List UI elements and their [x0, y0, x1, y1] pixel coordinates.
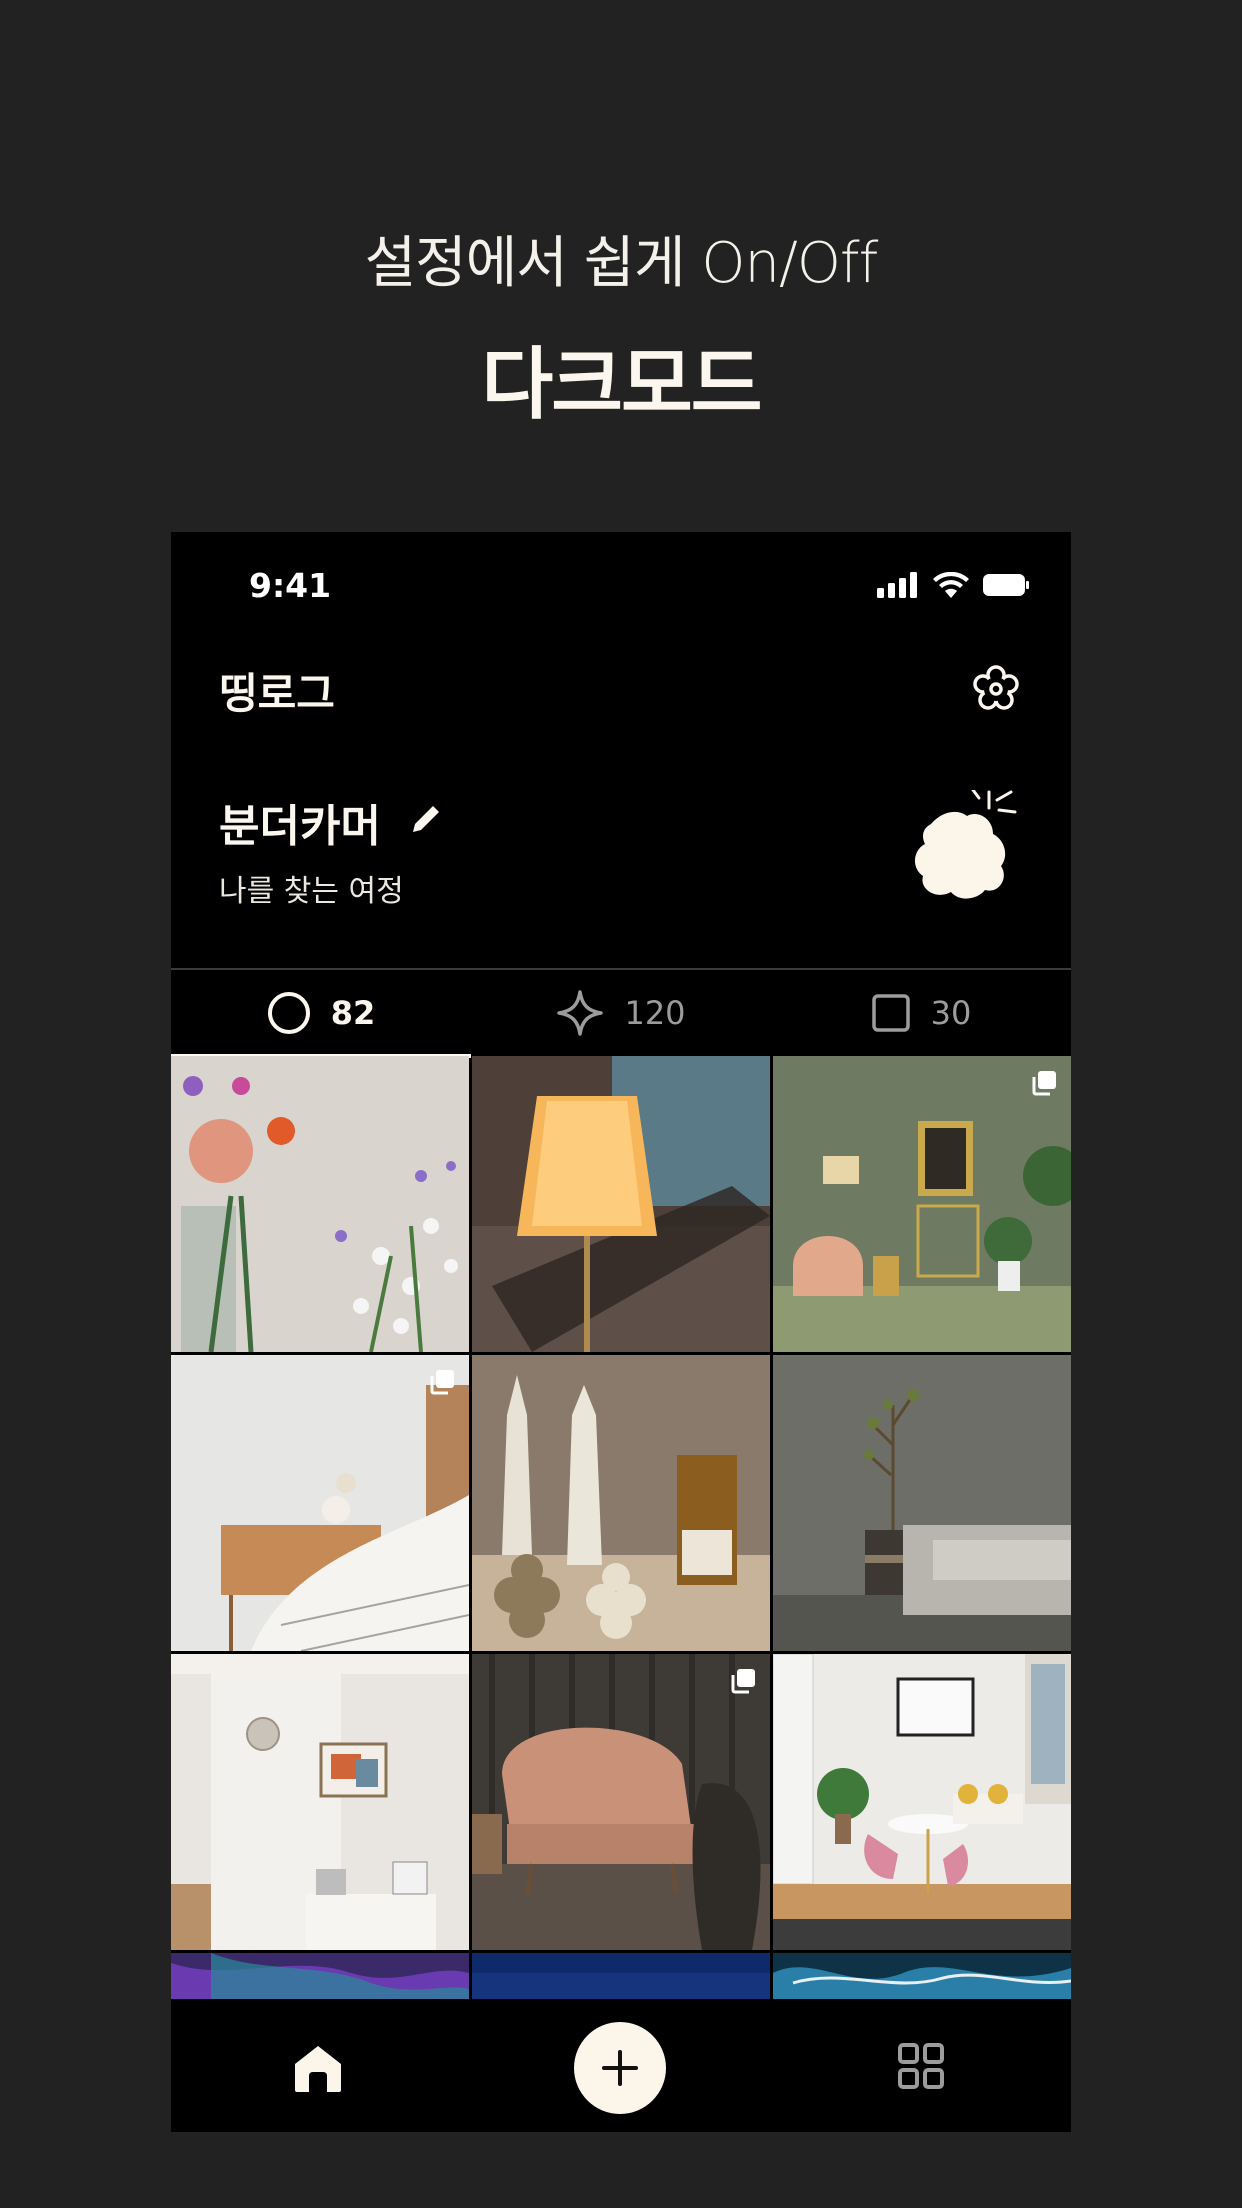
grid-icon[interactable]: [897, 2042, 945, 2090]
photo-cell[interactable]: [472, 1355, 770, 1651]
tab-count: 120: [624, 994, 686, 1032]
tab-count: 82: [330, 994, 376, 1032]
blue-dark-photo: [472, 1953, 770, 1999]
photo-cell[interactable]: [773, 1953, 1071, 1999]
pink-sofa-photo: [472, 1654, 770, 1950]
tab-count: 30: [930, 994, 972, 1032]
candles-photo: [472, 1355, 770, 1651]
wifi-icon: [933, 572, 969, 598]
flowers-photo: [171, 1056, 469, 1352]
signal-icon: [877, 572, 917, 598]
add-button[interactable]: [574, 2022, 666, 2114]
purple-abstract-photo: [171, 1953, 469, 1999]
multi-photo-icon: [731, 1669, 755, 1694]
phone-screen: 9:41 띵로그 분더카머 나를 찾는 여정 82 120 30: [171, 532, 1071, 2132]
dining-room-photo: [773, 1654, 1071, 1950]
tab-circle[interactable]: 82: [171, 970, 471, 1058]
photo-cell[interactable]: [171, 1654, 469, 1950]
photo-cell[interactable]: [773, 1355, 1071, 1651]
home-icon[interactable]: [291, 2042, 345, 2094]
photo-cell[interactable]: [171, 1056, 469, 1352]
plus-icon: [602, 2050, 638, 2086]
content-tabs: 82 120 30: [171, 968, 1071, 1058]
photo-cell[interactable]: [472, 1953, 770, 1999]
bedroom-photo: [171, 1355, 469, 1651]
app-title: 띵로그: [219, 669, 335, 718]
multi-photo-icon: [430, 1370, 454, 1395]
profile-name: 분더카머: [219, 801, 381, 852]
profile-subtitle: 나를 찾는 여정: [219, 874, 404, 909]
blue-marble-photo: [773, 1953, 1071, 1999]
promo-subtitle: 설정에서 쉽게 On/Off: [364, 231, 879, 296]
promo-title: 다크모드: [481, 340, 762, 430]
plant-sofa-photo: [773, 1355, 1071, 1651]
circle-icon: [267, 992, 310, 1034]
photo-cell[interactable]: [472, 1654, 770, 1950]
battery-icon: [983, 574, 1029, 596]
white-room-photo: [171, 1654, 469, 1950]
blob-sparkle-icon[interactable]: [901, 790, 1019, 908]
green-room-photo: [773, 1056, 1071, 1352]
photo-cell[interactable]: [472, 1056, 770, 1352]
multi-photo-icon: [1032, 1071, 1056, 1096]
tab-sparkle[interactable]: 120: [471, 970, 771, 1056]
square-icon: [871, 994, 910, 1032]
status-time: 9:41: [249, 566, 332, 605]
status-icons: [877, 572, 1029, 598]
photo-grid: [171, 1056, 1071, 1999]
gear-icon[interactable]: [969, 662, 1023, 716]
sparkle-icon: [557, 990, 604, 1036]
photo-cell[interactable]: [773, 1654, 1071, 1950]
tab-square[interactable]: 30: [771, 970, 1071, 1056]
photo-cell[interactable]: [171, 1953, 469, 1999]
pencil-icon[interactable]: [407, 800, 445, 838]
photo-cell[interactable]: [171, 1355, 469, 1651]
lamp-photo: [472, 1056, 770, 1352]
bottom-nav: [171, 2002, 1071, 2132]
photo-cell[interactable]: [773, 1056, 1071, 1352]
